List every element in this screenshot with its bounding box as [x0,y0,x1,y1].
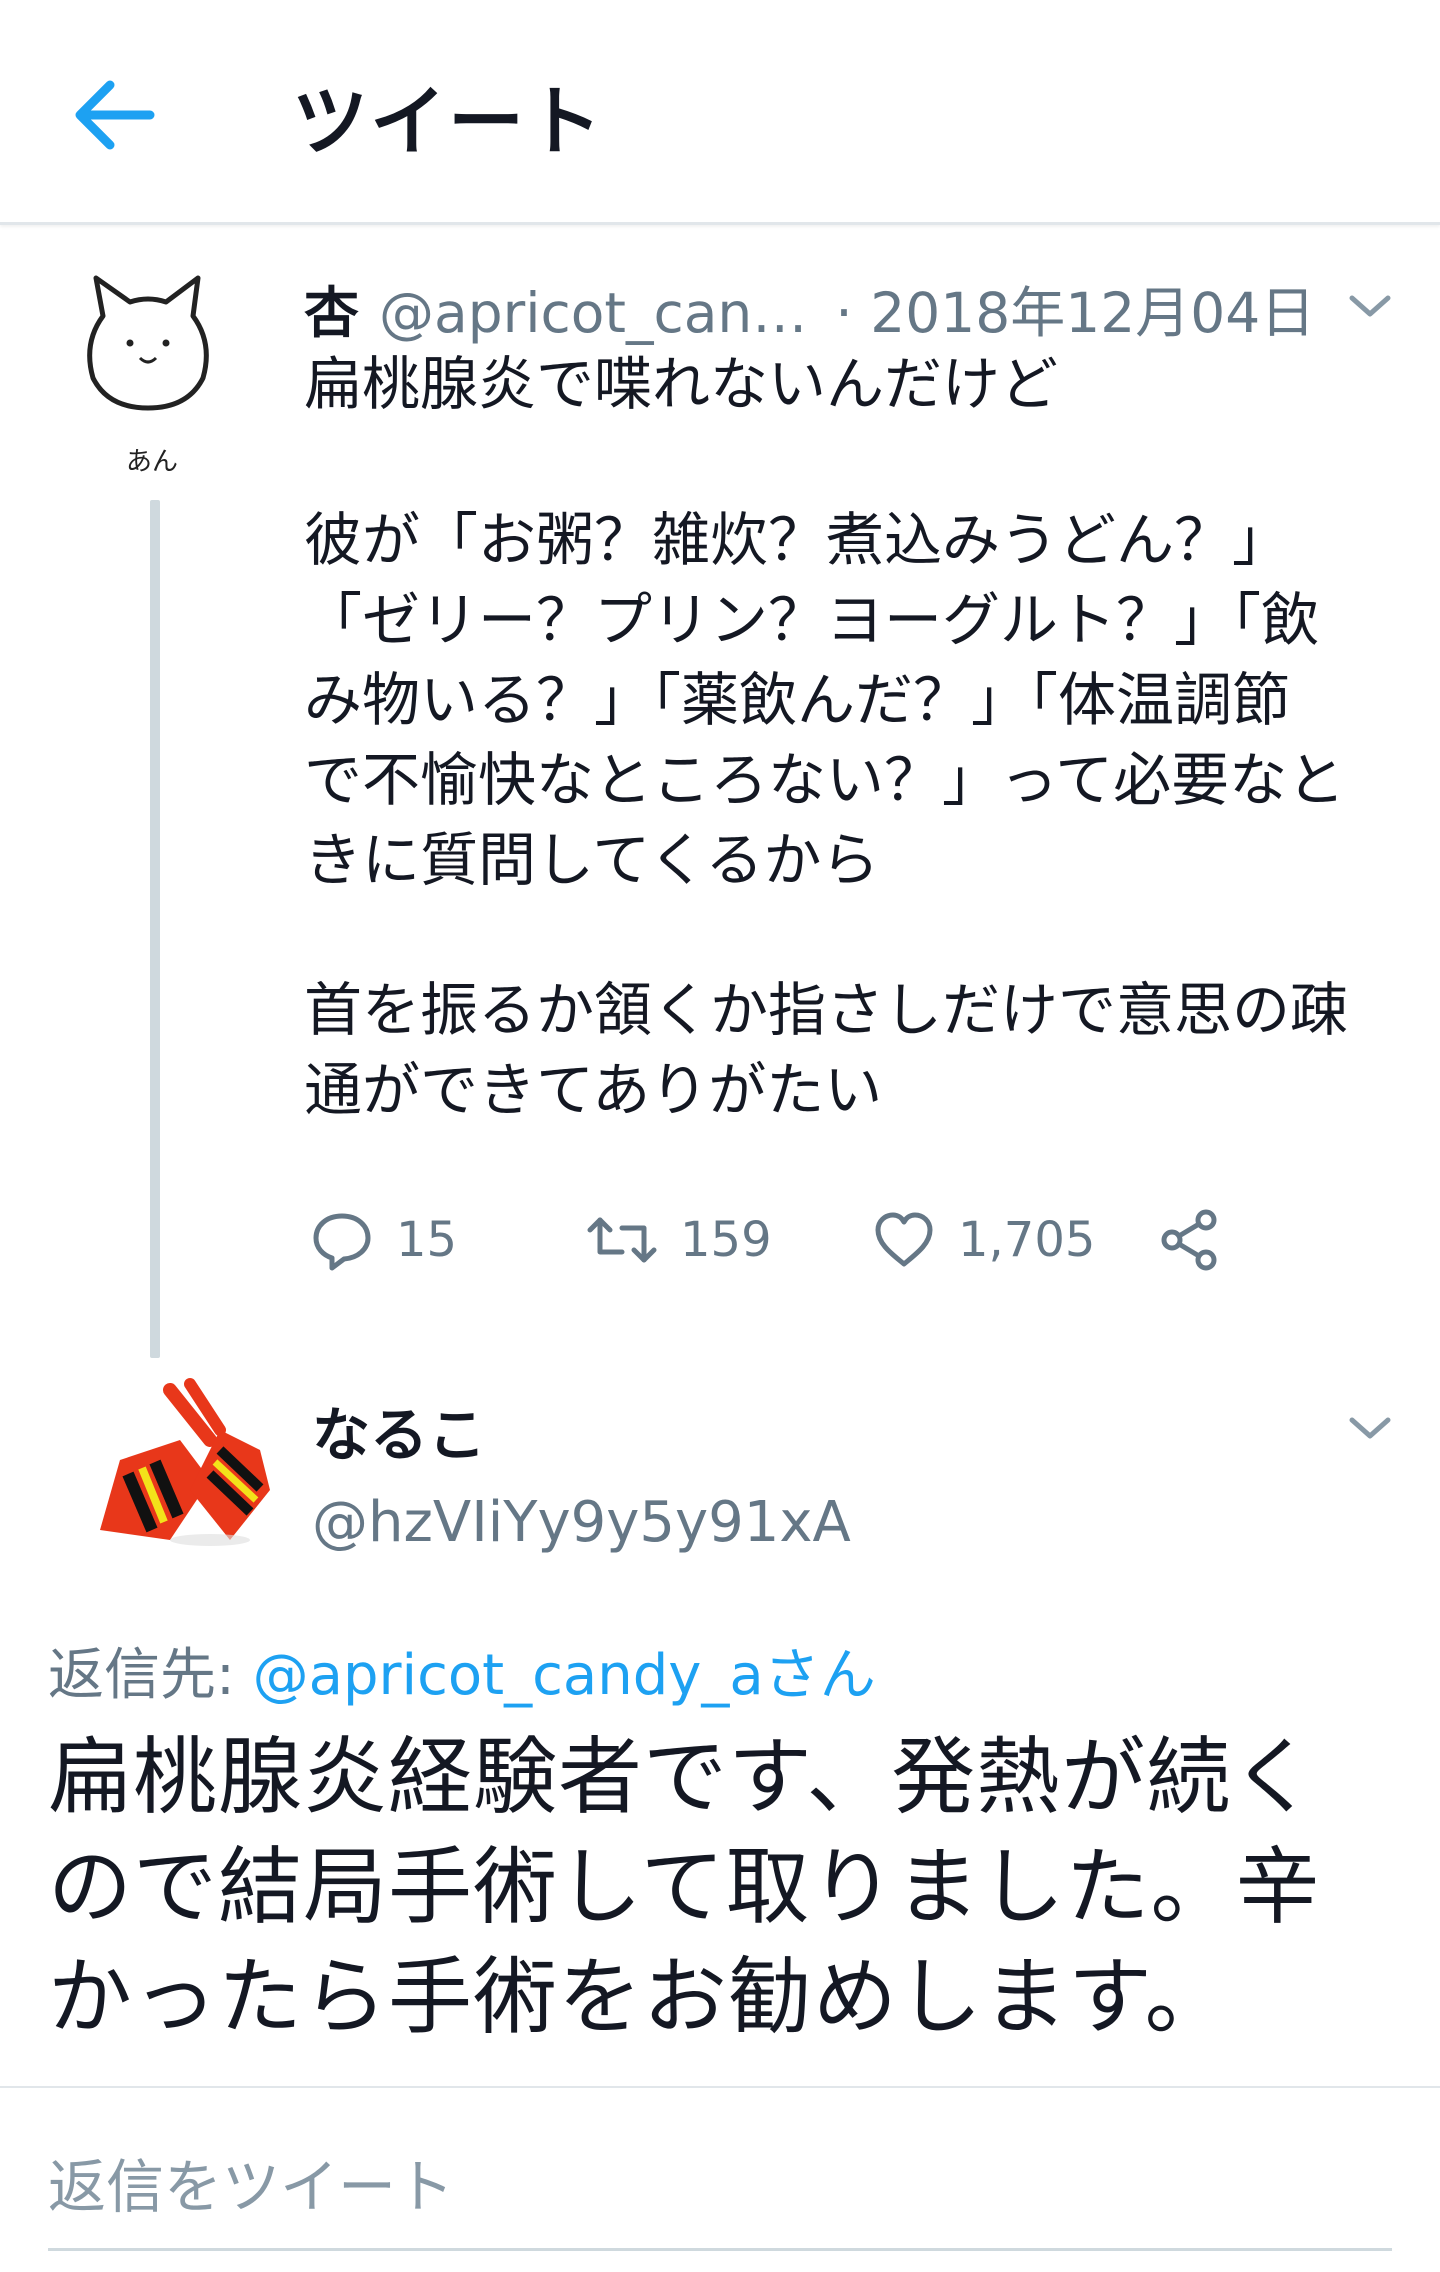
reply-to-handle-link[interactable]: @apricot_candy_aさん [253,1643,876,1708]
tweet-text-line: 首を振るか頷くか指さしだけで意思の疎 [304,976,1349,1044]
tweet-body-paragraph: 首を振るか頷くか指さしだけで意思の疎 通ができてありがたい [304,970,1348,1130]
tweet-text-line: 彼が「お粥？雑炊？煮込みうどん？」 [304,506,1291,574]
reply-compose-input[interactable]: 返信をツイート [48,2140,454,2224]
reply-text-line: かったら手術をお勧めします。 [48,1948,1230,2046]
reply-to-line: 返信先: @apricot_candy_aさん [48,1630,876,1711]
reply-author-name[interactable]: なるこ [312,1388,486,1472]
tweet-text-line: 扁桃腺炎で喋れないんだけど [304,350,1059,418]
original-tweet-date[interactable]: · 2018年12月04日 [835,268,1315,348]
reply-to-label: 返信先: [48,1643,253,1708]
original-author-name[interactable]: 杏 [304,268,359,348]
section-divider [0,2086,1440,2088]
heart-icon [875,1212,933,1267]
avatar-caption: あん [126,447,178,477]
compose-underline [48,2248,1392,2251]
tweet-text-line: きに質問してくるから [304,826,880,894]
retweet-icon [587,1217,657,1263]
share-icon [1161,1209,1217,1271]
retweet-count: 159 [680,1212,772,1268]
reply-button[interactable]: 15 [310,1200,457,1280]
chevron-down-icon[interactable] [1346,1408,1394,1448]
tweet-text-line: 通ができてありがたい [304,1056,883,1124]
reply-author-handle[interactable]: @hzVIiYy9y5y91xA [312,1490,851,1555]
page-title: ツイート [292,77,604,166]
chevron-down-icon[interactable] [1346,286,1394,326]
share-button[interactable] [1158,1200,1230,1280]
original-author-handle[interactable]: @apricot_can… [379,281,807,345]
like-count: 1,705 [958,1212,1096,1268]
back-arrow-icon[interactable] [70,70,160,160]
app-header: ツイート [0,0,1440,225]
thread-connector-line [150,500,160,1358]
reply-text-line: 扁桃腺炎経験者です、発熱が続く [48,1728,1317,1826]
tweet-body-paragraph: 彼が「お粥？雑炊？煮込みうどん？」 「ゼリー？プリン？ヨーグルト？」「飲 み物い… [304,500,1345,900]
like-button[interactable]: 1,705 [872,1200,1095,1280]
reply-bubble-icon [313,1213,371,1271]
reply-count: 15 [396,1212,458,1268]
reply-author-avatar[interactable] [60,1370,280,1560]
tweet-text-line: で不愉快なところない？」って必要なと [304,746,1346,814]
tweet-body-paragraph: 扁桃腺炎で喋れないんだけど [304,344,1058,424]
original-tweet-avatar[interactable]: あん [48,258,248,498]
tweet-text-line: み物いる？」「薬飲んだ？」「体温調節 [304,666,1291,734]
reply-text-line: ので結局手術して取りました。辛 [48,1838,1321,1936]
original-tweet-meta: 杏 @apricot_can… · 2018年12月04日 [304,268,1315,348]
retweet-button[interactable]: 159 [586,1200,772,1280]
tweet-text-line: 「ゼリー？プリン？ヨーグルト？」「飲 [304,586,1320,654]
